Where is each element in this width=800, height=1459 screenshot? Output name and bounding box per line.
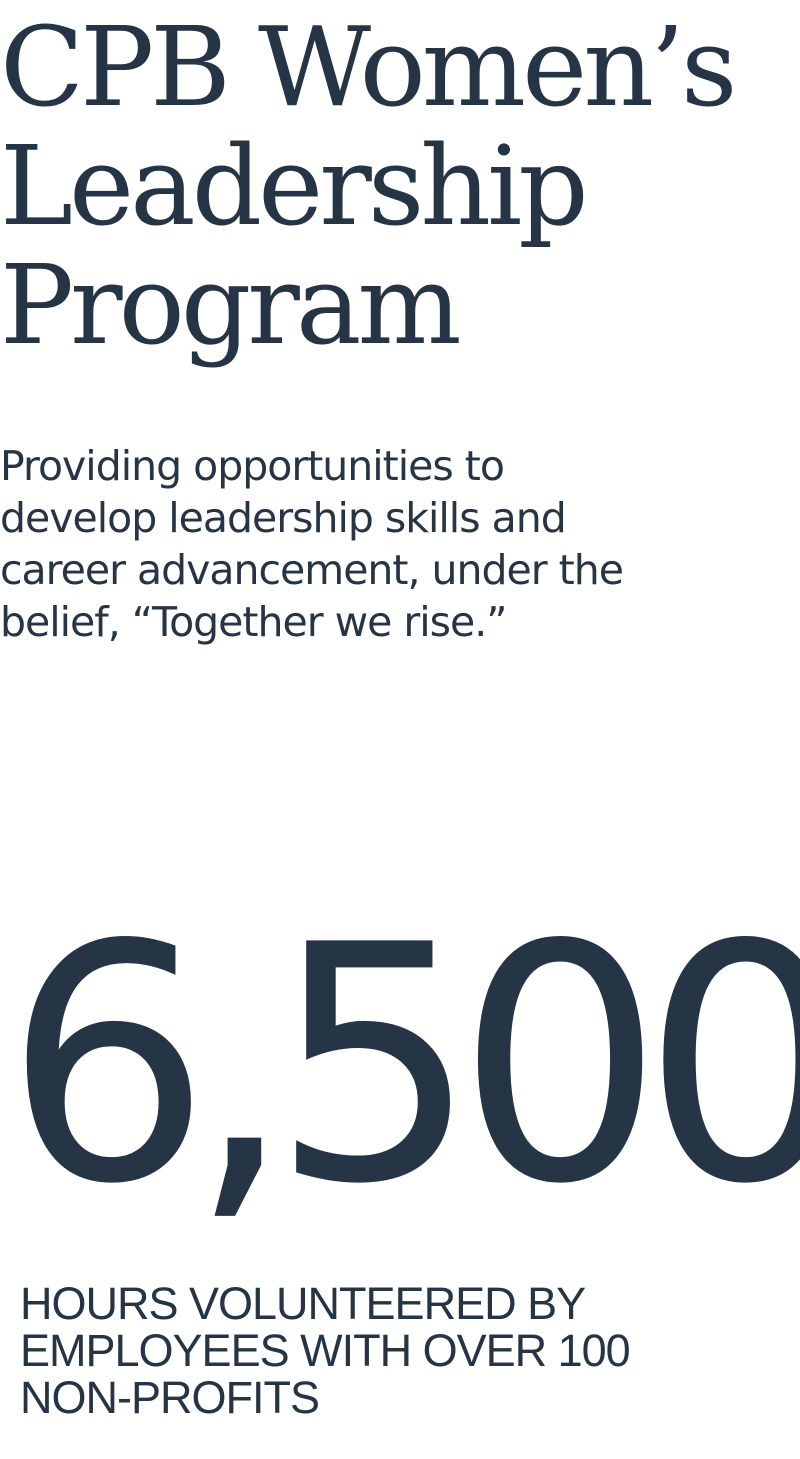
program-description: Providing opportunities to develop leade… bbox=[0, 440, 790, 648]
program-description-line: Providing opportunities to bbox=[0, 442, 505, 490]
program-description-line: develop leadership skills and bbox=[0, 494, 567, 542]
volunteer-hours-stat: 6,500 bbox=[4, 875, 800, 1255]
page-title-line: Leadership bbox=[0, 122, 589, 250]
page-title-line: Program bbox=[0, 241, 462, 369]
program-description-line: belief, “Together we rise.” bbox=[0, 598, 507, 646]
volunteer-hours-caption: HOURS VOLUNTEERED BY EMPLOYEES WITH OVER… bbox=[20, 1280, 800, 1421]
page-title-line: CPB Women’s bbox=[0, 3, 737, 131]
program-description-line: career advancement, under the bbox=[0, 546, 624, 594]
page-title: CPB Women’s Leadership Program bbox=[0, 8, 800, 365]
volunteer-hours-caption-line: HOURS VOLUNTEERED BY bbox=[20, 1278, 586, 1329]
volunteer-hours-caption-line: EMPLOYEES WITH OVER 100 bbox=[20, 1325, 631, 1376]
volunteer-hours-caption-line: NON-PROFITS bbox=[20, 1372, 320, 1423]
